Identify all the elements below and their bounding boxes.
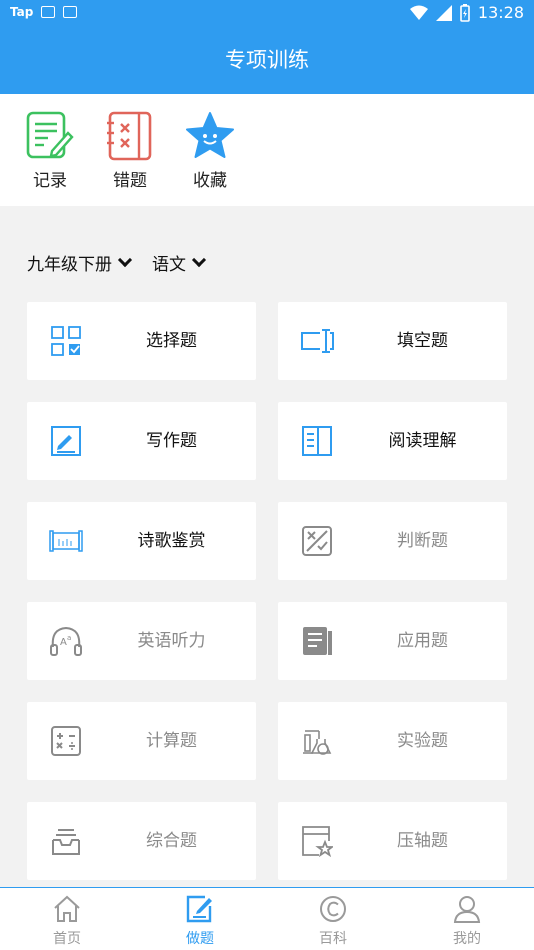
notification-icon: [63, 6, 78, 18]
card-label: 判断题: [397, 531, 448, 551]
quick-action-favorites[interactable]: 收藏: [175, 110, 245, 191]
status-left: Tap: [10, 5, 78, 19]
card-writing[interactable]: 写作题: [27, 402, 256, 480]
true-false-icon: [300, 524, 334, 558]
quick-action-label: 错题: [113, 171, 147, 191]
mail-icon: [41, 6, 56, 18]
card-experiment[interactable]: 实验题: [278, 702, 507, 780]
card-label: 实验题: [397, 731, 448, 751]
svg-text:A: A: [60, 637, 67, 648]
card-poetry[interactable]: 诗歌鉴赏: [27, 502, 256, 580]
chevron-down-icon: [117, 252, 133, 268]
status-time: 13:28: [477, 3, 524, 22]
card-calculation[interactable]: 计算题: [27, 702, 256, 780]
subject-filter[interactable]: 语文: [152, 250, 207, 275]
card-label: 阅读理解: [388, 431, 457, 451]
filter-bar: 九年级下册 语文: [27, 250, 207, 275]
quick-action-label: 记录: [33, 171, 67, 191]
calculator-icon: [49, 724, 83, 758]
tab-encyclopedia[interactable]: 百科: [293, 894, 373, 948]
card-comprehensive[interactable]: 综合题: [27, 802, 256, 880]
wifi-icon: [409, 5, 428, 20]
lab-icon: [300, 724, 334, 758]
card-label: 写作题: [146, 431, 197, 451]
card-multiple-choice[interactable]: 选择题: [27, 302, 256, 380]
user-icon: [427, 894, 507, 924]
page-title: 专项训练: [225, 48, 309, 72]
status-bar: Tap 13:28: [0, 0, 534, 28]
status-right: 13:28: [409, 3, 524, 22]
wrong-questions-icon: [95, 110, 165, 162]
grade-filter[interactable]: 九年级下册: [27, 250, 133, 275]
tab-label: 我的: [453, 931, 481, 947]
copyright-icon: [293, 894, 373, 924]
tab-label: 做题: [186, 931, 214, 947]
signal-icon: [435, 4, 452, 21]
bottom-tab-bar: 首页 做题 百科 我的: [0, 887, 534, 950]
tab-home[interactable]: 首页: [27, 894, 107, 948]
card-label: 选择题: [146, 331, 197, 351]
star-window-icon: [300, 824, 334, 858]
card-final[interactable]: 压轴题: [278, 802, 507, 880]
tab-practice[interactable]: 做题: [160, 894, 240, 948]
fill-blank-icon: [300, 324, 334, 358]
application-icon: [300, 624, 334, 658]
poetry-scroll-icon: [49, 524, 83, 558]
app-bar: 专项训练: [0, 28, 534, 94]
card-label: 应用题: [397, 631, 448, 651]
card-label: 压轴题: [397, 831, 448, 851]
multiple-choice-icon: [49, 324, 83, 358]
card-label: 计算题: [146, 731, 197, 751]
home-icon: [27, 894, 107, 924]
listening-icon: Aa: [49, 624, 83, 658]
status-app-label: Tap: [10, 5, 34, 19]
quick-action-label: 收藏: [193, 171, 227, 191]
star-icon: [175, 110, 245, 162]
card-reading[interactable]: 阅读理解: [278, 402, 507, 480]
card-label: 填空题: [397, 331, 448, 351]
battery-icon: [460, 3, 470, 22]
record-icon: [15, 110, 85, 162]
edit-icon: [160, 894, 240, 924]
reading-icon: [300, 424, 334, 458]
grade-filter-label: 九年级下册: [27, 255, 112, 275]
quick-actions: 记录 错题 收藏: [0, 94, 534, 206]
tab-profile[interactable]: 我的: [427, 894, 507, 948]
card-label: 综合题: [146, 831, 197, 851]
writing-icon: [49, 424, 83, 458]
tab-label: 百科: [319, 931, 347, 947]
subject-filter-label: 语文: [152, 255, 186, 275]
svg-text:a: a: [67, 634, 71, 642]
quick-action-record[interactable]: 记录: [15, 110, 85, 191]
chevron-down-icon: [191, 252, 207, 268]
card-listening[interactable]: Aa 英语听力: [27, 602, 256, 680]
card-fill-blank[interactable]: 填空题: [278, 302, 507, 380]
card-label: 诗歌鉴赏: [137, 531, 206, 551]
inbox-icon: [49, 824, 83, 858]
card-application[interactable]: 应用题: [278, 602, 507, 680]
tab-label: 首页: [53, 931, 81, 947]
card-label: 英语听力: [137, 631, 206, 651]
card-true-false[interactable]: 判断题: [278, 502, 507, 580]
quick-action-wrong[interactable]: 错题: [95, 110, 165, 191]
